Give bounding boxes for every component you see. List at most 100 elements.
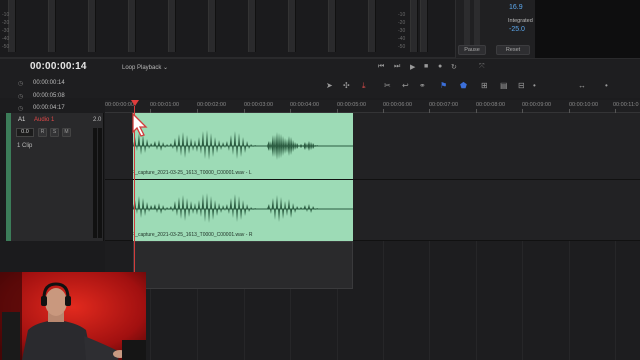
zoom-icon[interactable]: ⊟ bbox=[518, 81, 525, 90]
zoom-slider-dot-icon[interactable]: • bbox=[605, 81, 608, 90]
current-timecode[interactable]: 00:00:00:14 bbox=[30, 61, 87, 72]
ruler-tick-label: 00:00:02:00 bbox=[197, 102, 227, 108]
ruler-tick-label: 00:00:09:00 bbox=[522, 102, 552, 108]
gridline bbox=[569, 241, 570, 360]
ruler-tick-label: 00:00:11:0 bbox=[613, 102, 639, 108]
timeline-ruler[interactable] bbox=[105, 100, 640, 113]
link-icon[interactable]: ✂ bbox=[384, 81, 391, 90]
channel-meter bbox=[48, 0, 56, 52]
loop-playback-dropdown[interactable]: Loop Playback ⌄ bbox=[122, 64, 168, 71]
meter-scale-label: -20 bbox=[2, 20, 10, 26]
timecode-readout: 00:00:05:08 bbox=[33, 93, 65, 99]
playhead-handle-icon[interactable] bbox=[131, 100, 139, 106]
range-icon[interactable]: ✣ bbox=[343, 81, 350, 90]
timecode-readout: 00:00:04:17 bbox=[33, 105, 65, 111]
marker-icon[interactable]: ⤧ bbox=[479, 63, 485, 71]
loop-icon[interactable]: ↻ bbox=[451, 63, 457, 71]
mute-button[interactable]: M bbox=[62, 128, 71, 137]
gridline bbox=[383, 241, 384, 360]
clip-count: 1 Clip bbox=[17, 143, 33, 149]
toolbar bbox=[0, 76, 640, 98]
drag-ghost-clip bbox=[133, 241, 353, 289]
meter-scale-label: -50 bbox=[2, 44, 10, 50]
chevron-down-icon: ⌄ bbox=[163, 65, 169, 71]
track-level-meter bbox=[98, 128, 102, 238]
meter-area: -10 -20 -30 -40 -50 -10 -20 -30 -40 -50 bbox=[0, 0, 455, 58]
ruler-tick-label: 00:00:00:00 bbox=[105, 102, 135, 108]
loop-playback-label: Loop Playback bbox=[122, 65, 162, 71]
pause-button[interactable]: Pause bbox=[458, 45, 486, 55]
solo-button[interactable]: S bbox=[50, 128, 59, 137]
transport-bar bbox=[0, 58, 640, 76]
ruler-tick-label: 00:00:01:00 bbox=[150, 102, 180, 108]
presenter-video bbox=[0, 272, 146, 360]
track-id: A1 bbox=[18, 117, 26, 123]
channel-meter bbox=[420, 0, 428, 52]
pointer-icon[interactable]: ➤ bbox=[326, 81, 333, 90]
ruler-tick-label: 00:00:06:00 bbox=[383, 102, 413, 108]
channel-meter bbox=[248, 0, 256, 52]
clock-icon: ◷ bbox=[18, 106, 24, 112]
marker-icon[interactable]: ⬟ bbox=[460, 81, 467, 90]
waveform-icon[interactable]: ▤ bbox=[500, 81, 508, 90]
empty-panel bbox=[535, 0, 640, 58]
razor-icon[interactable]: ⤓ bbox=[362, 81, 366, 91]
zoom-slider-dot-icon[interactable]: • bbox=[533, 81, 536, 90]
ruler-tick-label: 00:00:04:00 bbox=[290, 102, 320, 108]
timecode-readout: 00:00:00:14 bbox=[33, 80, 65, 86]
track-color-stripe bbox=[6, 113, 11, 241]
stop-icon[interactable]: ■ bbox=[424, 63, 428, 70]
flag-icon[interactable]: ⚑ bbox=[440, 81, 447, 90]
play-icon[interactable]: ▶ bbox=[410, 63, 415, 71]
gridline bbox=[615, 241, 616, 360]
meter-scale-label: -10 bbox=[398, 12, 406, 18]
ruler-tick-label: 00:00:08:00 bbox=[476, 102, 506, 108]
zoom-icon[interactable]: ⊞ bbox=[481, 81, 488, 90]
track-name[interactable]: Audio 1 bbox=[34, 117, 54, 123]
ruler-tick-label: 00:00:05:00 bbox=[337, 102, 367, 108]
resize-icon[interactable]: ↔ bbox=[578, 81, 586, 90]
integrated-loudness-value: -25.0 bbox=[509, 26, 525, 33]
meter-scale-label: -50 bbox=[398, 44, 406, 50]
rewind-icon[interactable]: ⏮ bbox=[378, 63, 384, 71]
loudness-meter bbox=[474, 0, 480, 46]
channel-meter bbox=[208, 0, 216, 52]
channel-meter bbox=[288, 0, 296, 52]
meter-scale-label: -40 bbox=[2, 36, 10, 42]
gridline bbox=[476, 241, 477, 360]
gridline bbox=[522, 241, 523, 360]
daw-window: -10 -20 -30 -40 -50 -10 -20 -30 -40 -50 … bbox=[0, 0, 640, 360]
track-channels: 2.0 bbox=[93, 117, 102, 123]
record-arm-button[interactable]: R bbox=[38, 128, 47, 137]
meter-scale-label: -30 bbox=[398, 28, 406, 34]
clock-icon: ◷ bbox=[18, 94, 24, 100]
mouse-cursor-icon bbox=[132, 112, 148, 137]
ruler-tick-label: 00:00:07:00 bbox=[429, 102, 459, 108]
short-term-loudness-value: 16.9 bbox=[509, 4, 523, 11]
channel-meter bbox=[410, 0, 418, 52]
fast-forward-icon[interactable]: ⏭ bbox=[394, 63, 400, 71]
integrated-label: Integrated bbox=[508, 18, 533, 24]
loudness-meter bbox=[464, 0, 470, 46]
meter-scale-label: -20 bbox=[398, 20, 406, 26]
clip-filename-left: Fl_capture_2021-03-25_1613_T0000_C00001.… bbox=[131, 170, 252, 176]
webcam-overlay bbox=[0, 272, 146, 360]
reset-button[interactable]: Reset bbox=[496, 45, 530, 55]
clock-icon: ◷ bbox=[18, 81, 24, 87]
track-volume-field[interactable]: 0.0 bbox=[16, 128, 34, 137]
ruler-tick-label: 00:00:10:00 bbox=[569, 102, 599, 108]
clip-filename-right: Fl_capture_2021-03-25_1613_T0000_C00001.… bbox=[131, 232, 253, 238]
mixer-panel: -10 -20 -30 -40 -50 -10 -20 -30 -40 -50 … bbox=[0, 0, 640, 58]
record-icon[interactable]: ● bbox=[438, 63, 442, 70]
meter-scale-label: -30 bbox=[2, 28, 10, 34]
meter-scale-label: -40 bbox=[398, 36, 406, 42]
snap-icon[interactable]: ↩ bbox=[402, 81, 409, 90]
flag-icon[interactable]: ⚭ bbox=[419, 81, 426, 90]
ruler-tick-label: 00:00:03:00 bbox=[244, 102, 274, 108]
channel-meter bbox=[128, 0, 136, 52]
channel-meter bbox=[168, 0, 176, 52]
channel-meter bbox=[88, 0, 96, 52]
gridline bbox=[429, 241, 430, 360]
channel-meter bbox=[328, 0, 336, 52]
track-level-meter bbox=[93, 128, 97, 238]
